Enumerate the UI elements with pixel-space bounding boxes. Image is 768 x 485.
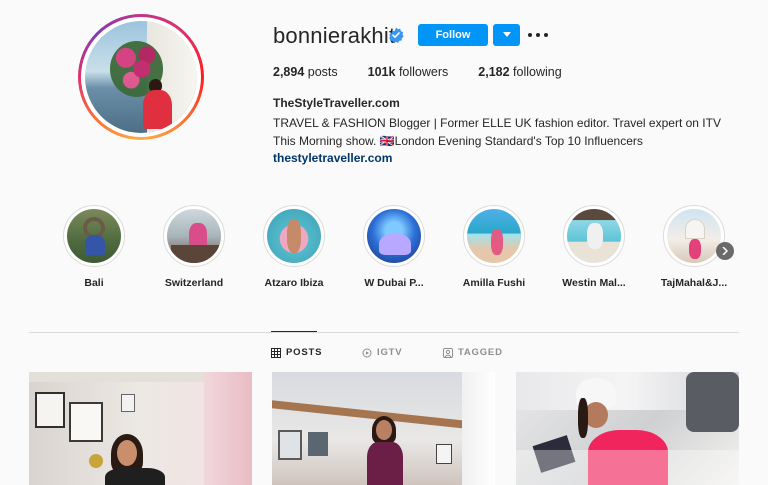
highlight-ring	[363, 205, 425, 267]
highlight-label: TajMahal&J...	[660, 277, 728, 289]
highlight-switzerland[interactable]: Switzerland	[159, 205, 229, 289]
chevron-down-icon	[502, 32, 511, 37]
tab-igtv[interactable]: IGTV	[362, 347, 402, 358]
profile-avatar-ring[interactable]	[78, 14, 204, 140]
tab-label: TAGGED	[458, 347, 503, 358]
tabs-divider	[29, 332, 739, 333]
posts-stat: 2,894 posts	[273, 65, 338, 79]
chevron-right-icon	[722, 247, 728, 255]
highlight-thumbnail	[567, 209, 621, 263]
post-thumbnail[interactable]	[516, 372, 739, 485]
post-subject-face	[376, 420, 392, 440]
posts-count: 2,894	[273, 65, 305, 79]
post-cushion	[686, 372, 739, 432]
profile-stats: 2,894 posts 101k followers 2,182 followi…	[273, 65, 592, 79]
followers-label: followers	[398, 65, 449, 79]
post-subject-face	[117, 440, 137, 466]
avatar	[85, 21, 197, 133]
post-window	[462, 372, 495, 485]
highlight-label: Westin Mal...	[562, 277, 626, 289]
highlight-thumbnail	[267, 209, 321, 263]
following-label: following	[513, 65, 562, 79]
post-subject-dress	[367, 442, 403, 485]
post-subject-hair	[578, 398, 588, 438]
bio-name: TheStyleTraveller.com	[273, 96, 400, 110]
tab-label: POSTS	[286, 347, 323, 358]
post-thumbnail[interactable]	[272, 372, 495, 485]
more-options-button[interactable]	[528, 28, 548, 42]
highlight-amilla-fushi[interactable]: Amilla Fushi	[459, 205, 529, 289]
highlight-thumbnail	[467, 209, 521, 263]
post-frame	[436, 444, 452, 464]
bio-link[interactable]: thestyletraveller.com	[273, 151, 392, 165]
follow-button[interactable]: Follow	[418, 24, 488, 46]
highlights-next-button[interactable]	[716, 242, 734, 260]
post-rug	[516, 450, 739, 485]
post-subject-body	[105, 468, 165, 485]
highlight-ring	[63, 205, 125, 267]
highlight-thumbnail	[667, 209, 721, 263]
active-tab-indicator	[271, 331, 317, 332]
highlight-w-dubai[interactable]: W Dubai P...	[359, 205, 429, 289]
post-object	[89, 454, 103, 468]
highlight-ring	[463, 205, 525, 267]
following-count: 2,182	[478, 65, 510, 79]
tagged-icon	[443, 347, 453, 358]
grid-icon	[271, 347, 281, 358]
highlight-ring	[163, 205, 225, 267]
post-thumbnail[interactable]	[29, 372, 252, 485]
highlight-label: Switzerland	[164, 277, 224, 289]
highlight-thumbnail	[367, 209, 421, 263]
post-curtain	[204, 372, 252, 485]
post-frame	[69, 402, 103, 442]
highlight-label: Amilla Fushi	[462, 277, 526, 289]
post-frame	[121, 394, 135, 412]
tab-tagged[interactable]: TAGGED	[443, 347, 503, 358]
dot-icon	[544, 33, 548, 37]
post-frame	[35, 392, 65, 428]
suggested-dropdown-button[interactable]	[493, 24, 520, 46]
post-frame	[278, 430, 302, 460]
avatar-frame	[81, 17, 201, 137]
highlight-ring	[563, 205, 625, 267]
highlight-ring	[663, 205, 725, 267]
profile-username: bonnierakhit	[273, 23, 396, 48]
followers-stat[interactable]: 101k followers	[368, 65, 449, 79]
highlight-ring	[263, 205, 325, 267]
followers-count: 101k	[367, 65, 396, 79]
verified-badge-icon	[388, 27, 404, 43]
highlight-label: Bali	[84, 277, 104, 289]
highlight-label: Atzaro Ibiza	[264, 277, 324, 289]
tab-posts[interactable]: POSTS	[271, 347, 322, 358]
posts-label: posts	[307, 65, 338, 79]
bio-text: TRAVEL & FASHION Blogger | Former ELLE U…	[273, 116, 721, 148]
following-stat[interactable]: 2,182 following	[478, 65, 561, 79]
tab-label: IGTV	[377, 347, 403, 358]
highlight-bali[interactable]: Bali	[59, 205, 129, 289]
post-frame	[308, 432, 328, 456]
highlight-atzaro-ibiza[interactable]: Atzaro Ibiza	[259, 205, 329, 289]
highlight-westin-maldives[interactable]: Westin Mal...	[559, 205, 629, 289]
igtv-icon	[362, 348, 372, 357]
dot-icon	[536, 33, 540, 37]
avatar-dress	[143, 90, 173, 129]
highlight-thumbnail	[67, 209, 121, 263]
dot-icon	[528, 33, 532, 37]
highlight-label: W Dubai P...	[364, 277, 424, 289]
highlight-thumbnail	[167, 209, 221, 263]
